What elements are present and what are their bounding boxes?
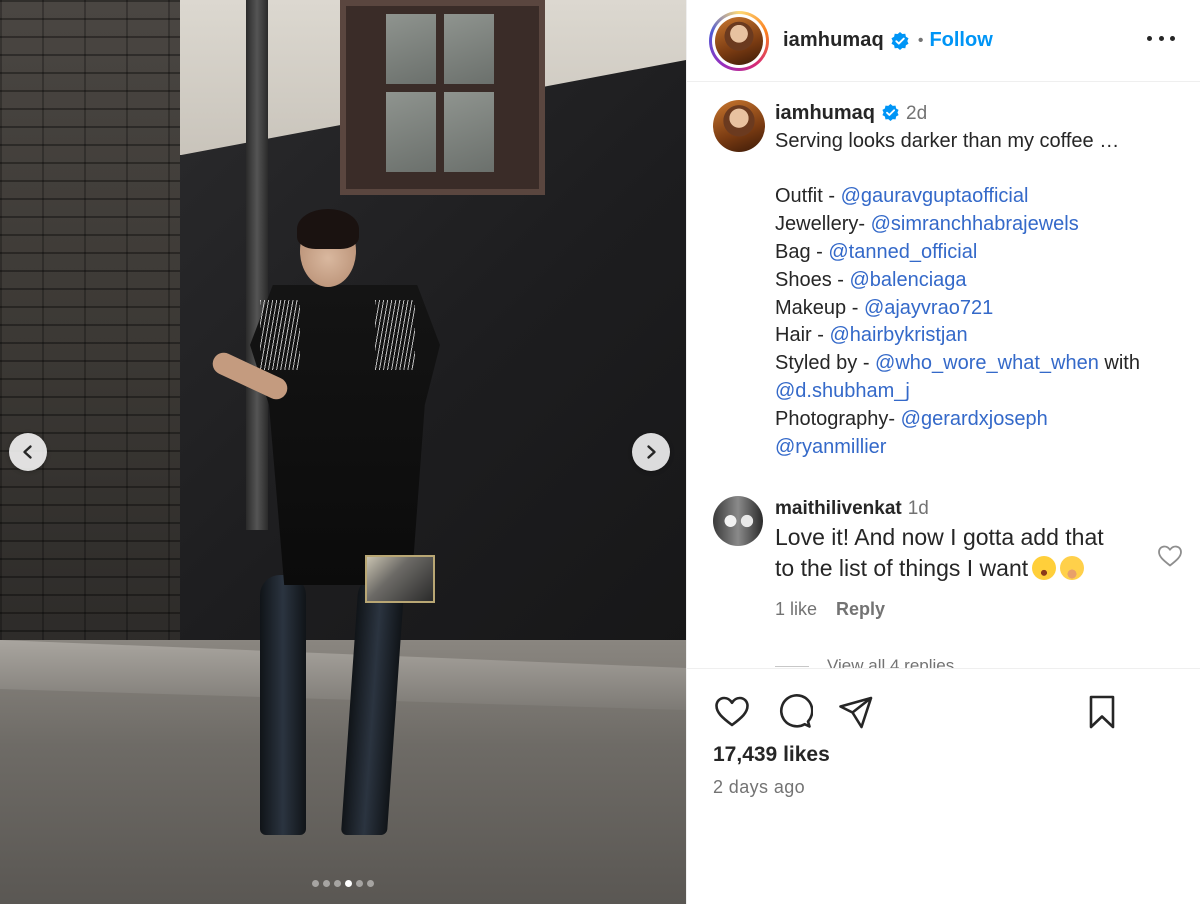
post-details-panel: iamhumaq • Follow iamhumaq 2d Serving lo… bbox=[686, 0, 1200, 904]
author-username[interactable]: iamhumaq bbox=[783, 29, 884, 52]
caption-mention-link[interactable]: @gauravguptaofficial bbox=[841, 185, 1029, 207]
caption-timestamp[interactable]: 2d bbox=[906, 103, 927, 124]
caption-line-text: Hair - bbox=[775, 324, 830, 347]
comment-bubble-icon[interactable] bbox=[775, 693, 813, 731]
commenter-username[interactable]: maithilivenkat bbox=[775, 498, 902, 519]
clutch-bag bbox=[365, 555, 435, 603]
caption-body: iamhumaq 2d Serving looks darker than my… bbox=[775, 100, 1175, 461]
caption-line: Bag - @tanned_official bbox=[775, 239, 1175, 267]
like-count[interactable]: 17,439 likes bbox=[713, 743, 830, 767]
caption-line-text: Jewellery- bbox=[775, 213, 871, 236]
previous-photo-button[interactable] bbox=[9, 433, 47, 471]
brick-wall bbox=[0, 0, 180, 650]
carousel-dot bbox=[367, 880, 374, 887]
caption-line: Jewellery- @simranchhabrajewels bbox=[775, 211, 1175, 239]
caption: iamhumaq 2d Serving looks darker than my… bbox=[713, 100, 1175, 461]
more-dot-icon bbox=[1147, 35, 1152, 41]
caption-line: Shoes - @balenciaga bbox=[775, 267, 1175, 295]
caption-mention-link[interactable]: @who_wore_what_when bbox=[875, 352, 1099, 374]
comment-text-line-1: Love it! And now I gotta add that bbox=[775, 524, 1104, 550]
comment-body: maithilivenkat 1d Love it! And now I gott… bbox=[775, 496, 1145, 625]
more-options-button[interactable] bbox=[1147, 26, 1175, 50]
carousel-dot bbox=[356, 880, 363, 887]
next-photo-button[interactable] bbox=[632, 433, 670, 471]
carousel-dot bbox=[323, 880, 330, 887]
caption-line: Styled by - @who_wore_what_when with bbox=[775, 350, 1175, 378]
caption-line-text: Photography- bbox=[775, 407, 901, 430]
hand-over-mouth-emoji-icon bbox=[1060, 556, 1085, 580]
commenter-avatar[interactable] bbox=[713, 496, 763, 546]
replies-divider bbox=[775, 665, 809, 667]
caption-mention-link[interactable]: @tanned_official bbox=[828, 241, 977, 263]
caption-mention-link[interactable]: @ajayvrao721 bbox=[864, 297, 993, 319]
caption-line-text: Outfit - bbox=[775, 185, 841, 208]
comment: maithilivenkat 1d Love it! And now I gott… bbox=[713, 496, 1145, 625]
carousel-indicator bbox=[0, 880, 686, 887]
like-heart-icon[interactable] bbox=[713, 693, 751, 731]
view-replies-button[interactable]: View all 4 replies bbox=[775, 656, 954, 668]
view-replies-label: View all 4 replies bbox=[827, 656, 955, 668]
window bbox=[340, 0, 545, 195]
caption-line-text: Styled by - bbox=[775, 352, 876, 375]
caption-line-text: Serving looks darker than my coffee … bbox=[775, 129, 1120, 152]
caption-line: @d.shubham_j bbox=[775, 378, 1175, 406]
share-paper-plane-icon[interactable] bbox=[837, 693, 875, 731]
caption-line: Photography- @gerardxjoseph bbox=[775, 406, 1175, 434]
caption-line: Hair - @hairbykristjan bbox=[775, 322, 1175, 350]
follow-button[interactable]: Follow bbox=[929, 29, 992, 52]
post-header: iamhumaq • Follow bbox=[687, 0, 1200, 82]
comment-like-heart-icon[interactable] bbox=[1157, 544, 1183, 568]
comment-like-count[interactable]: 1 like bbox=[775, 599, 817, 619]
carousel-dot bbox=[334, 880, 341, 887]
caption-username[interactable]: iamhumaq bbox=[775, 102, 875, 124]
comment-timestamp[interactable]: 1d bbox=[908, 498, 929, 519]
caption-mention-link[interactable]: @gerardxjoseph bbox=[901, 408, 1048, 430]
caption-line: @ryanmillier bbox=[775, 434, 1175, 462]
caption-line: Serving looks darker than my coffee … bbox=[775, 128, 1175, 156]
chevron-left-icon bbox=[23, 445, 32, 459]
caption-mention-link[interactable]: @hairbykristjan bbox=[829, 324, 967, 346]
chevron-right-icon bbox=[647, 445, 656, 459]
author-avatar[interactable] bbox=[709, 10, 769, 71]
post-date[interactable]: 2 days ago bbox=[713, 777, 805, 798]
reply-button[interactable]: Reply bbox=[836, 599, 885, 619]
caption-line-text: Makeup - bbox=[775, 296, 864, 319]
carousel-dot-active bbox=[345, 880, 352, 887]
verified-badge-icon bbox=[891, 31, 909, 50]
caption-line-suffix: with bbox=[1098, 352, 1140, 375]
caption-line: Outfit - @gauravguptaofficial bbox=[775, 183, 1175, 211]
verified-badge-icon bbox=[882, 103, 899, 122]
post-media[interactable] bbox=[0, 0, 686, 904]
caption-mention-link[interactable]: @ryanmillier bbox=[775, 436, 886, 458]
carousel-dot bbox=[312, 880, 319, 887]
save-bookmark-icon[interactable] bbox=[1083, 693, 1121, 731]
caption-line-text: Bag - bbox=[775, 240, 829, 263]
caption-line-text: Shoes - bbox=[775, 268, 850, 291]
caption-mention-link[interactable]: @balenciaga bbox=[849, 269, 966, 291]
caption-mention-link[interactable]: @d.shubham_j bbox=[775, 380, 910, 402]
caption-line: Makeup - @ajayvrao721 bbox=[775, 295, 1175, 323]
more-dot-icon bbox=[1158, 35, 1164, 41]
header-separator: • bbox=[917, 31, 924, 49]
caption-mention-link[interactable]: @simranchhabrajewels bbox=[871, 213, 1079, 235]
model-figure bbox=[205, 205, 445, 845]
more-dot-icon bbox=[1170, 35, 1175, 41]
heart-eyes-emoji-icon bbox=[1032, 556, 1057, 580]
comments-section[interactable]: iamhumaq 2d Serving looks darker than my… bbox=[687, 82, 1200, 668]
comment-text-line-2: to the list of things I want bbox=[775, 555, 1029, 581]
caption-avatar[interactable] bbox=[713, 100, 765, 152]
post-actions: 17,439 likes 2 days ago bbox=[687, 668, 1200, 904]
caption-text: Serving looks darker than my coffee … Out… bbox=[775, 128, 1175, 462]
